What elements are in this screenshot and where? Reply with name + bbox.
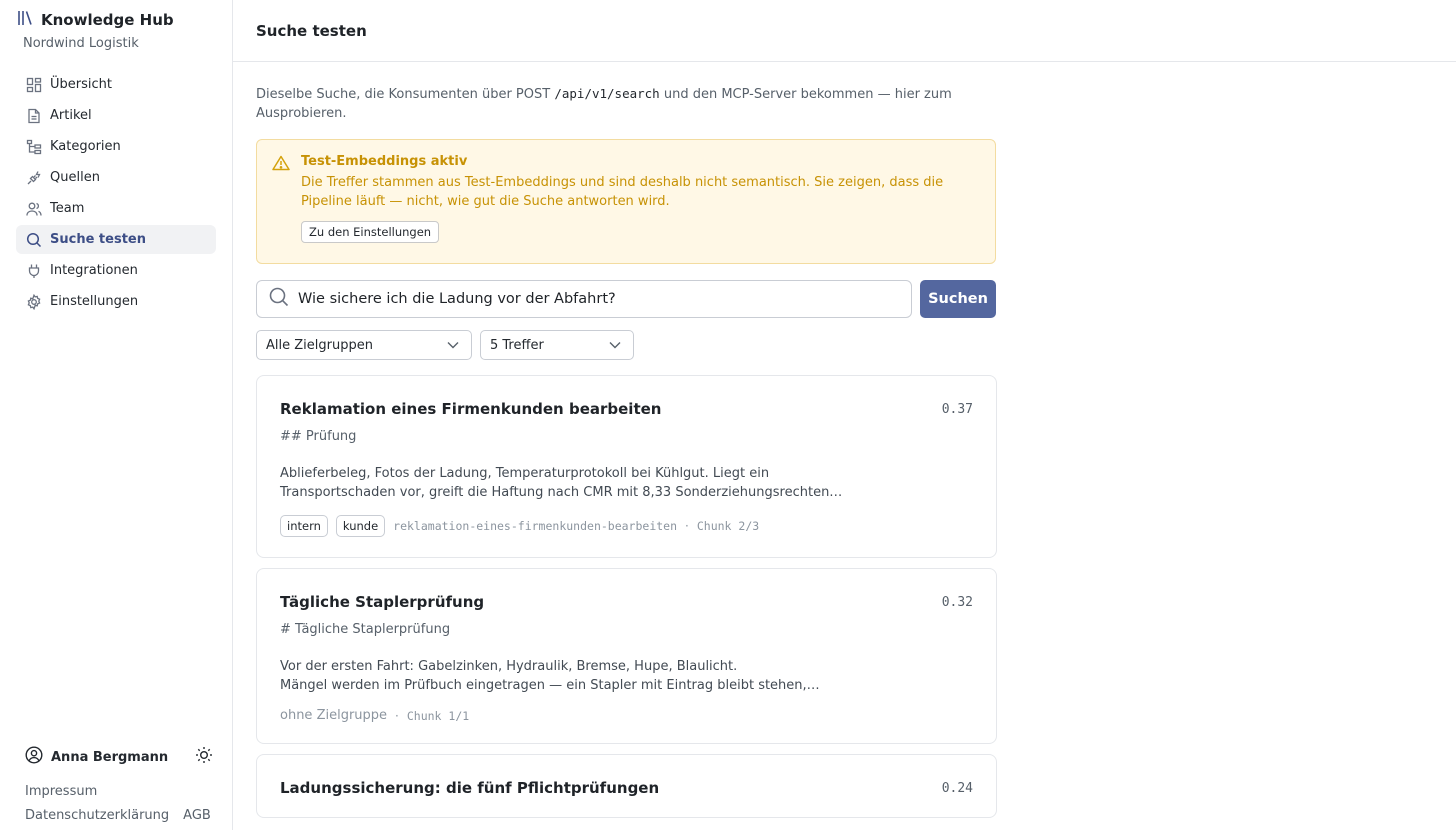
gear-icon xyxy=(26,293,42,310)
page-title: Suche testen xyxy=(256,21,367,40)
chevron-down-icon xyxy=(609,338,621,353)
result-count-value: 5 Treffer xyxy=(490,337,544,353)
result-count-select[interactable]: 5 Treffer xyxy=(480,330,634,360)
result-section-heading: # Tägliche Staplerprüfung xyxy=(280,622,451,637)
no-audience-label: ohne Zielgruppe xyxy=(280,708,388,723)
grid-icon xyxy=(26,77,42,93)
result-header: Ladungssicherung: die fünf Pflichtprüfun… xyxy=(280,779,973,797)
snippet-line: Mängel werden im Prüfbuch eingetragen — … xyxy=(280,678,820,693)
audience-tag: intern xyxy=(280,515,328,537)
sidebar-item-label: Artikel xyxy=(50,108,92,123)
search-input[interactable] xyxy=(298,291,888,307)
footer-links: Impressum Datenschutzerklärung AGB xyxy=(25,780,211,828)
sidebar-item-team[interactable]: Team xyxy=(16,194,216,223)
sidebar: Knowledge Hub Nordwind Logistik Übersich… xyxy=(0,0,233,830)
plug-spark-icon xyxy=(26,170,42,186)
sidebar-item-suche-testen[interactable]: Suche testen xyxy=(16,225,216,254)
app-root: Knowledge Hub Nordwind Logistik Übersich… xyxy=(0,0,1456,830)
result-snippet: Vor der ersten Fahrt: Gabelzinken, Hydra… xyxy=(280,657,973,695)
result-header: Reklamation eines Firmenkunden bearbeite… xyxy=(280,400,973,418)
meta-separator: · xyxy=(685,519,689,533)
search-box[interactable] xyxy=(256,280,912,318)
audience-select-value: Alle Zielgruppen xyxy=(266,337,373,353)
app-title: Knowledge Hub xyxy=(41,11,174,29)
intro-before: Dieselbe Suche, die Konsumenten über POS… xyxy=(256,87,555,102)
sidebar-item-label: Kategorien xyxy=(50,139,121,154)
result-meta: intern kunde reklamation-eines-firmenkun… xyxy=(280,515,973,537)
legal-links: Datenschutzerklärung AGB xyxy=(25,804,211,828)
org-name: Nordwind Logistik xyxy=(23,36,139,51)
sidebar-item-quellen[interactable]: Quellen xyxy=(16,163,216,192)
result-title[interactable]: Reklamation eines Firmenkunden bearbeite… xyxy=(280,400,661,418)
search-row: Suchen xyxy=(256,280,996,318)
sidebar-item-label: Suche testen xyxy=(50,232,146,247)
plug-icon xyxy=(26,263,42,279)
impressum-link[interactable]: Impressum xyxy=(25,780,211,804)
sidebar-item-label: Integrationen xyxy=(50,263,138,278)
warning-text: Die Treffer stammen aus Test-Embeddings … xyxy=(301,175,944,209)
sidebar-item-einstellungen[interactable]: Einstellungen xyxy=(16,287,216,316)
sidebar-nav: Übersicht Artikel Kategorien Quellen Tea… xyxy=(16,70,216,318)
warning-title: Test-Embeddings aktiv xyxy=(301,154,468,169)
terms-link[interactable]: AGB xyxy=(183,804,211,828)
sidebar-item-label: Team xyxy=(50,201,85,216)
main-area: Suche testen Dieselbe Suche, die Konsume… xyxy=(233,0,1456,830)
theme-toggle-sun-icon[interactable] xyxy=(195,746,213,768)
api-endpoint: /api/v1/search xyxy=(554,86,660,101)
audience-tag: kunde xyxy=(335,515,386,537)
result-score: 0.32 xyxy=(941,594,973,610)
tree-icon xyxy=(26,139,42,155)
result-score: 0.24 xyxy=(941,780,973,796)
article-slug: reklamation-eines-firmenkunden-bearbeite… xyxy=(393,519,678,533)
search-icon xyxy=(26,232,42,248)
filters: Alle Zielgruppen 5 Treffer xyxy=(256,330,996,360)
meta-separator: · xyxy=(395,708,399,723)
chunk-label: Chunk 2/3 xyxy=(696,519,760,533)
result-header: Tägliche Staplerprüfung 0.32 xyxy=(280,593,973,611)
sidebar-item-artikel[interactable]: Artikel xyxy=(16,101,216,130)
user-profile[interactable]: Anna Bergmann xyxy=(25,746,168,768)
sidebar-item-label: Quellen xyxy=(50,170,100,185)
result-section-heading: ## Prüfung xyxy=(280,429,357,444)
result-title[interactable]: Ladungssicherung: die fünf Pflichtprüfun… xyxy=(280,779,659,797)
snippet-line: Vor der ersten Fahrt: Gabelzinken, Hydra… xyxy=(280,659,738,674)
result-title[interactable]: Tägliche Staplerprüfung xyxy=(280,593,484,611)
result-snippet: Ablieferbeleg, Fotos der Ladung, Tempera… xyxy=(280,464,973,502)
sidebar-item-integrationen[interactable]: Integrationen xyxy=(16,256,216,285)
user-menu: Anna Bergmann xyxy=(25,746,213,768)
go-to-settings-button[interactable]: Zu den Einstellungen xyxy=(301,221,440,243)
search-icon xyxy=(269,287,289,311)
library-icon xyxy=(16,9,34,31)
test-embeddings-warning: Test-Embeddings aktiv Die Treffer stamme… xyxy=(256,139,996,264)
warning-triangle-icon xyxy=(272,155,290,175)
chevron-down-icon xyxy=(447,338,459,353)
snippet-line: Ablieferbeleg, Fotos der Ladung, Tempera… xyxy=(280,466,770,481)
user-name: Anna Bergmann xyxy=(51,749,169,765)
search-test-content: Dieselbe Suche, die Konsumenten über POS… xyxy=(256,84,997,818)
snippet-line: Transportschaden vor, greift die Haftung… xyxy=(280,485,843,500)
search-result[interactable]: Tägliche Staplerprüfung 0.32 # Tägliche … xyxy=(256,568,997,744)
audience-select[interactable]: Alle Zielgruppen xyxy=(256,330,472,360)
privacy-link[interactable]: Datenschutzerklärung xyxy=(25,804,169,828)
sidebar-item-uebersicht[interactable]: Übersicht xyxy=(16,70,216,99)
topbar: Suche testen xyxy=(233,0,1456,62)
sidebar-item-kategorien[interactable]: Kategorien xyxy=(16,132,216,161)
sidebar-item-label: Übersicht xyxy=(50,77,112,92)
result-meta: ohne Zielgruppe · Chunk 1/1 xyxy=(280,708,973,723)
document-icon xyxy=(26,108,42,124)
result-score: 0.37 xyxy=(941,401,973,417)
user-circle-icon xyxy=(25,746,43,768)
brand[interactable]: Knowledge Hub xyxy=(16,9,174,31)
search-result[interactable]: Reklamation eines Firmenkunden bearbeite… xyxy=(256,375,997,558)
search-result[interactable]: Ladungssicherung: die fünf Pflichtprüfun… xyxy=(256,754,997,818)
search-button[interactable]: Suchen xyxy=(920,280,996,318)
sidebar-item-label: Einstellungen xyxy=(50,294,139,309)
users-icon xyxy=(26,201,42,217)
intro-text: Dieselbe Suche, die Konsumenten über POS… xyxy=(256,84,956,123)
chunk-label: Chunk 1/1 xyxy=(406,708,470,723)
